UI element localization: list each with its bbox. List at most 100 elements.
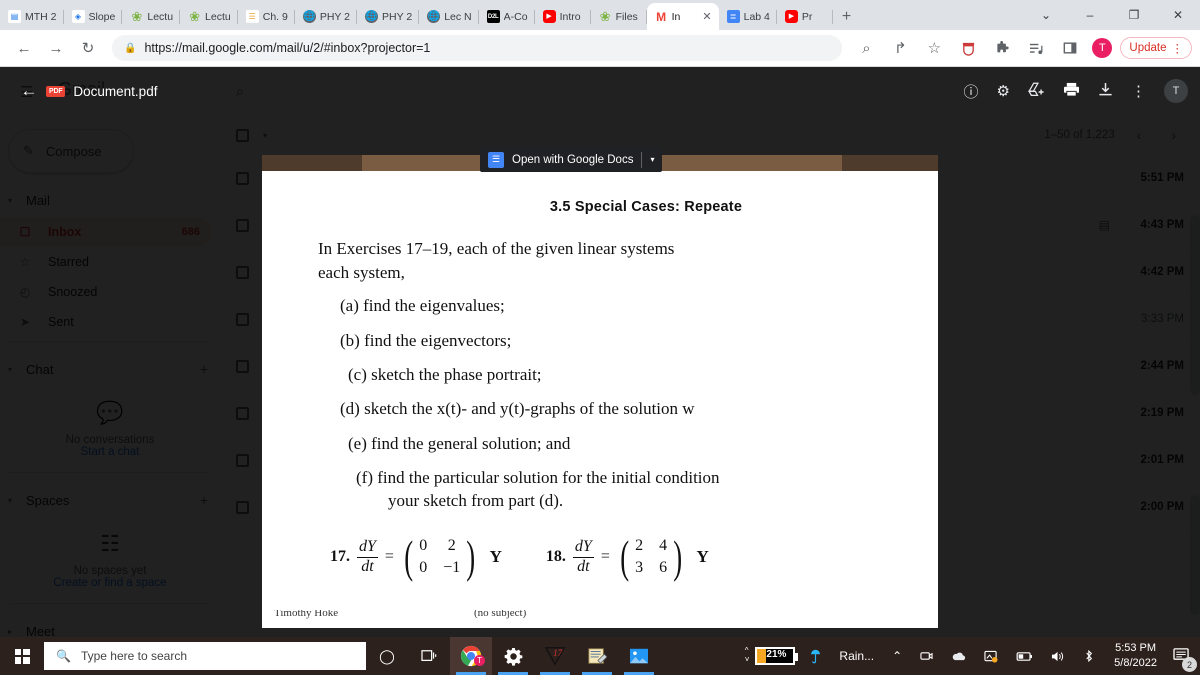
ublock-extension-icon[interactable] [954,34,982,62]
reload-icon[interactable]: ↻ [74,34,102,62]
taskbar-app-notepad[interactable] [576,637,618,675]
address-bar[interactable]: 🔒 https://mail.google.com/mail/u/2/#inbo… [112,35,843,61]
close-viewer-button[interactable]: ← [12,81,46,101]
google-docs-icon: ☰ [488,151,504,168]
taskbar-clock[interactable]: 5:53 PM 5/8/2022 [1104,641,1167,671]
start-button[interactable] [0,637,44,675]
close-button[interactable]: ✕ [1156,0,1200,30]
screenshot-tool-icon[interactable] [975,650,1007,663]
right-paren: ) [673,531,683,583]
document-item-b: (b) find the eigenvectors; [340,330,512,350]
notification-center-button[interactable]: 2 [1167,647,1197,672]
add-to-drive-icon[interactable] [1028,82,1045,101]
browser-tab-5[interactable]: 🌐 PHY 2 [295,3,358,30]
right-paren: ) [466,531,476,583]
leaf-icon: ❀ [189,10,200,23]
globe-icon: 🌐 [365,10,379,23]
browser-tab-9[interactable]: ▶ Intro [535,3,591,30]
equation-18: 18. dY dt = ( 2 4 3 6) Y [545,531,709,583]
matrix-cell: 2 [635,537,644,555]
settings-gear-icon[interactable]: ⚙ [997,82,1010,100]
browser-tab-1[interactable]: ◈ Slope [64,3,123,30]
browser-tab-label: Ch. 9 [262,10,288,23]
bookmark-star-icon[interactable]: ☆ [920,34,948,62]
battery-fill [757,649,767,663]
fraction-numerator: dY [572,538,594,558]
docs-icon: ≣ [726,10,740,23]
windows-logo-icon [14,648,30,664]
browser-tab-label: A-Co [503,10,528,23]
browser-tab-11[interactable]: M In ✕ [646,3,719,30]
volume-icon[interactable] [1042,650,1074,663]
bluetooth-icon[interactable] [1074,649,1104,663]
forward-icon[interactable]: → [42,34,70,62]
download-icon[interactable] [1098,82,1113,101]
taskbar-app-geogebra[interactable]: 17 [534,637,576,675]
task-view-button[interactable] [408,637,450,675]
minimize-button[interactable]: – [1068,0,1112,30]
battery-tray-icon[interactable] [1007,651,1042,662]
avatar[interactable]: T [1164,79,1188,103]
taskbar-app-photos[interactable] [618,637,660,675]
document-equations: 17. dY dt = ( 0 2 0 −1) Y 18. dY dt = (… [330,531,904,583]
taskbar-search-input[interactable]: 🔍 Type here to search [44,642,366,670]
browser-tab-8[interactable]: D2L A-Co [479,3,535,30]
window-controls: ⌄ – ❐ ✕ [1024,0,1200,30]
browser-tab-3[interactable]: ❀ Lectu [180,3,238,30]
playlist-icon[interactable] [1022,34,1050,62]
document-item-f-continued: your sketch from part (d). [388,491,564,511]
browser-tab-6[interactable]: 🌐 PHY 2 [357,3,420,30]
browser-tab-7[interactable]: 🌐 Lec N [419,3,479,30]
left-paren: ( [620,531,629,583]
photos-icon [630,648,648,664]
document-content: 3.5 Special Cases: Repeate In Exercises … [262,171,938,610]
tray-chevron-icon[interactable]: ⌃ [883,649,911,663]
taskbar-app-settings[interactable] [492,637,534,675]
notification-count-badge: 2 [1182,657,1197,672]
browser-tab-12[interactable]: ≣ Lab 4 [719,3,777,30]
equation-number: 18. [545,548,566,566]
document-section-heading: 3.5 Special Cases: Repeate [549,199,743,215]
help-icon[interactable]: ⓘ [964,81,979,102]
document-item-f: (f) find the particular solution for the… [356,467,720,487]
new-tab-button[interactable]: + [833,8,860,30]
print-icon[interactable] [1063,82,1080,101]
rainmeter-umbrella-icon[interactable] [801,648,830,664]
profile-avatar[interactable]: T [1092,38,1113,58]
pdf-badge-icon: PDF [46,85,66,97]
extensions-puzzle-icon[interactable] [988,34,1016,62]
chevron-down-icon[interactable]: ▾ [650,155,654,164]
more-options-icon[interactable]: ⋮ [1131,82,1146,100]
viewer-actions: ⓘ ⚙ ⋮ T [964,79,1188,103]
open-with-google-docs-button[interactable]: ☰ Open with Google Docs ▾ [480,147,663,172]
tab-search-button[interactable]: ⌄ [1024,0,1068,30]
cortana-button[interactable]: ◯ [366,637,408,675]
browser-tab-label: Lec N [444,10,472,23]
fraction-numerator: dY [357,538,378,558]
close-icon[interactable]: ✕ [702,10,711,23]
footer-sender: Timothy Hoke [274,610,339,619]
reading-list-icon[interactable] [1056,34,1084,62]
onedrive-icon[interactable] [942,651,975,662]
document-intro-line-2: each system, [318,263,405,283]
zoom-search-icon[interactable]: ⌕ [852,34,880,62]
browser-tab-13[interactable]: ▶ Pr [777,3,833,30]
chrome-menu-icon[interactable]: ⋮ [1172,41,1184,55]
browser-tab-4[interactable]: ☰ Ch. 9 [238,3,295,30]
maximize-button[interactable]: ❐ [1112,0,1156,30]
taskbar-app-chrome[interactable]: T [450,637,492,675]
share-icon[interactable]: ↱ [886,34,914,62]
camera-icon[interactable] [911,650,942,662]
browser-tab-10[interactable]: ❀ Files [591,3,647,30]
youtube-icon: ▶ [784,10,798,23]
browser-tab-label: PHY 2 [382,10,413,23]
back-icon[interactable]: ← [10,34,38,62]
update-button[interactable]: Update ⋮ [1120,37,1192,59]
browser-tab-2[interactable]: ❀ Lectu [122,3,180,30]
tray-scroll-arrows[interactable]: ^ ˅ [739,646,756,665]
battery-percentage-indicator[interactable]: 21% [755,647,799,665]
rainmeter-label[interactable]: Rain... [830,649,883,663]
lock-icon: 🔒 [124,42,137,54]
windows-taskbar: 🔍 Type here to search ◯ T 17 ^ ˅ 21% Rai… [0,637,1200,675]
browser-tab-0[interactable]: ▤ MTH 2 [0,3,64,30]
